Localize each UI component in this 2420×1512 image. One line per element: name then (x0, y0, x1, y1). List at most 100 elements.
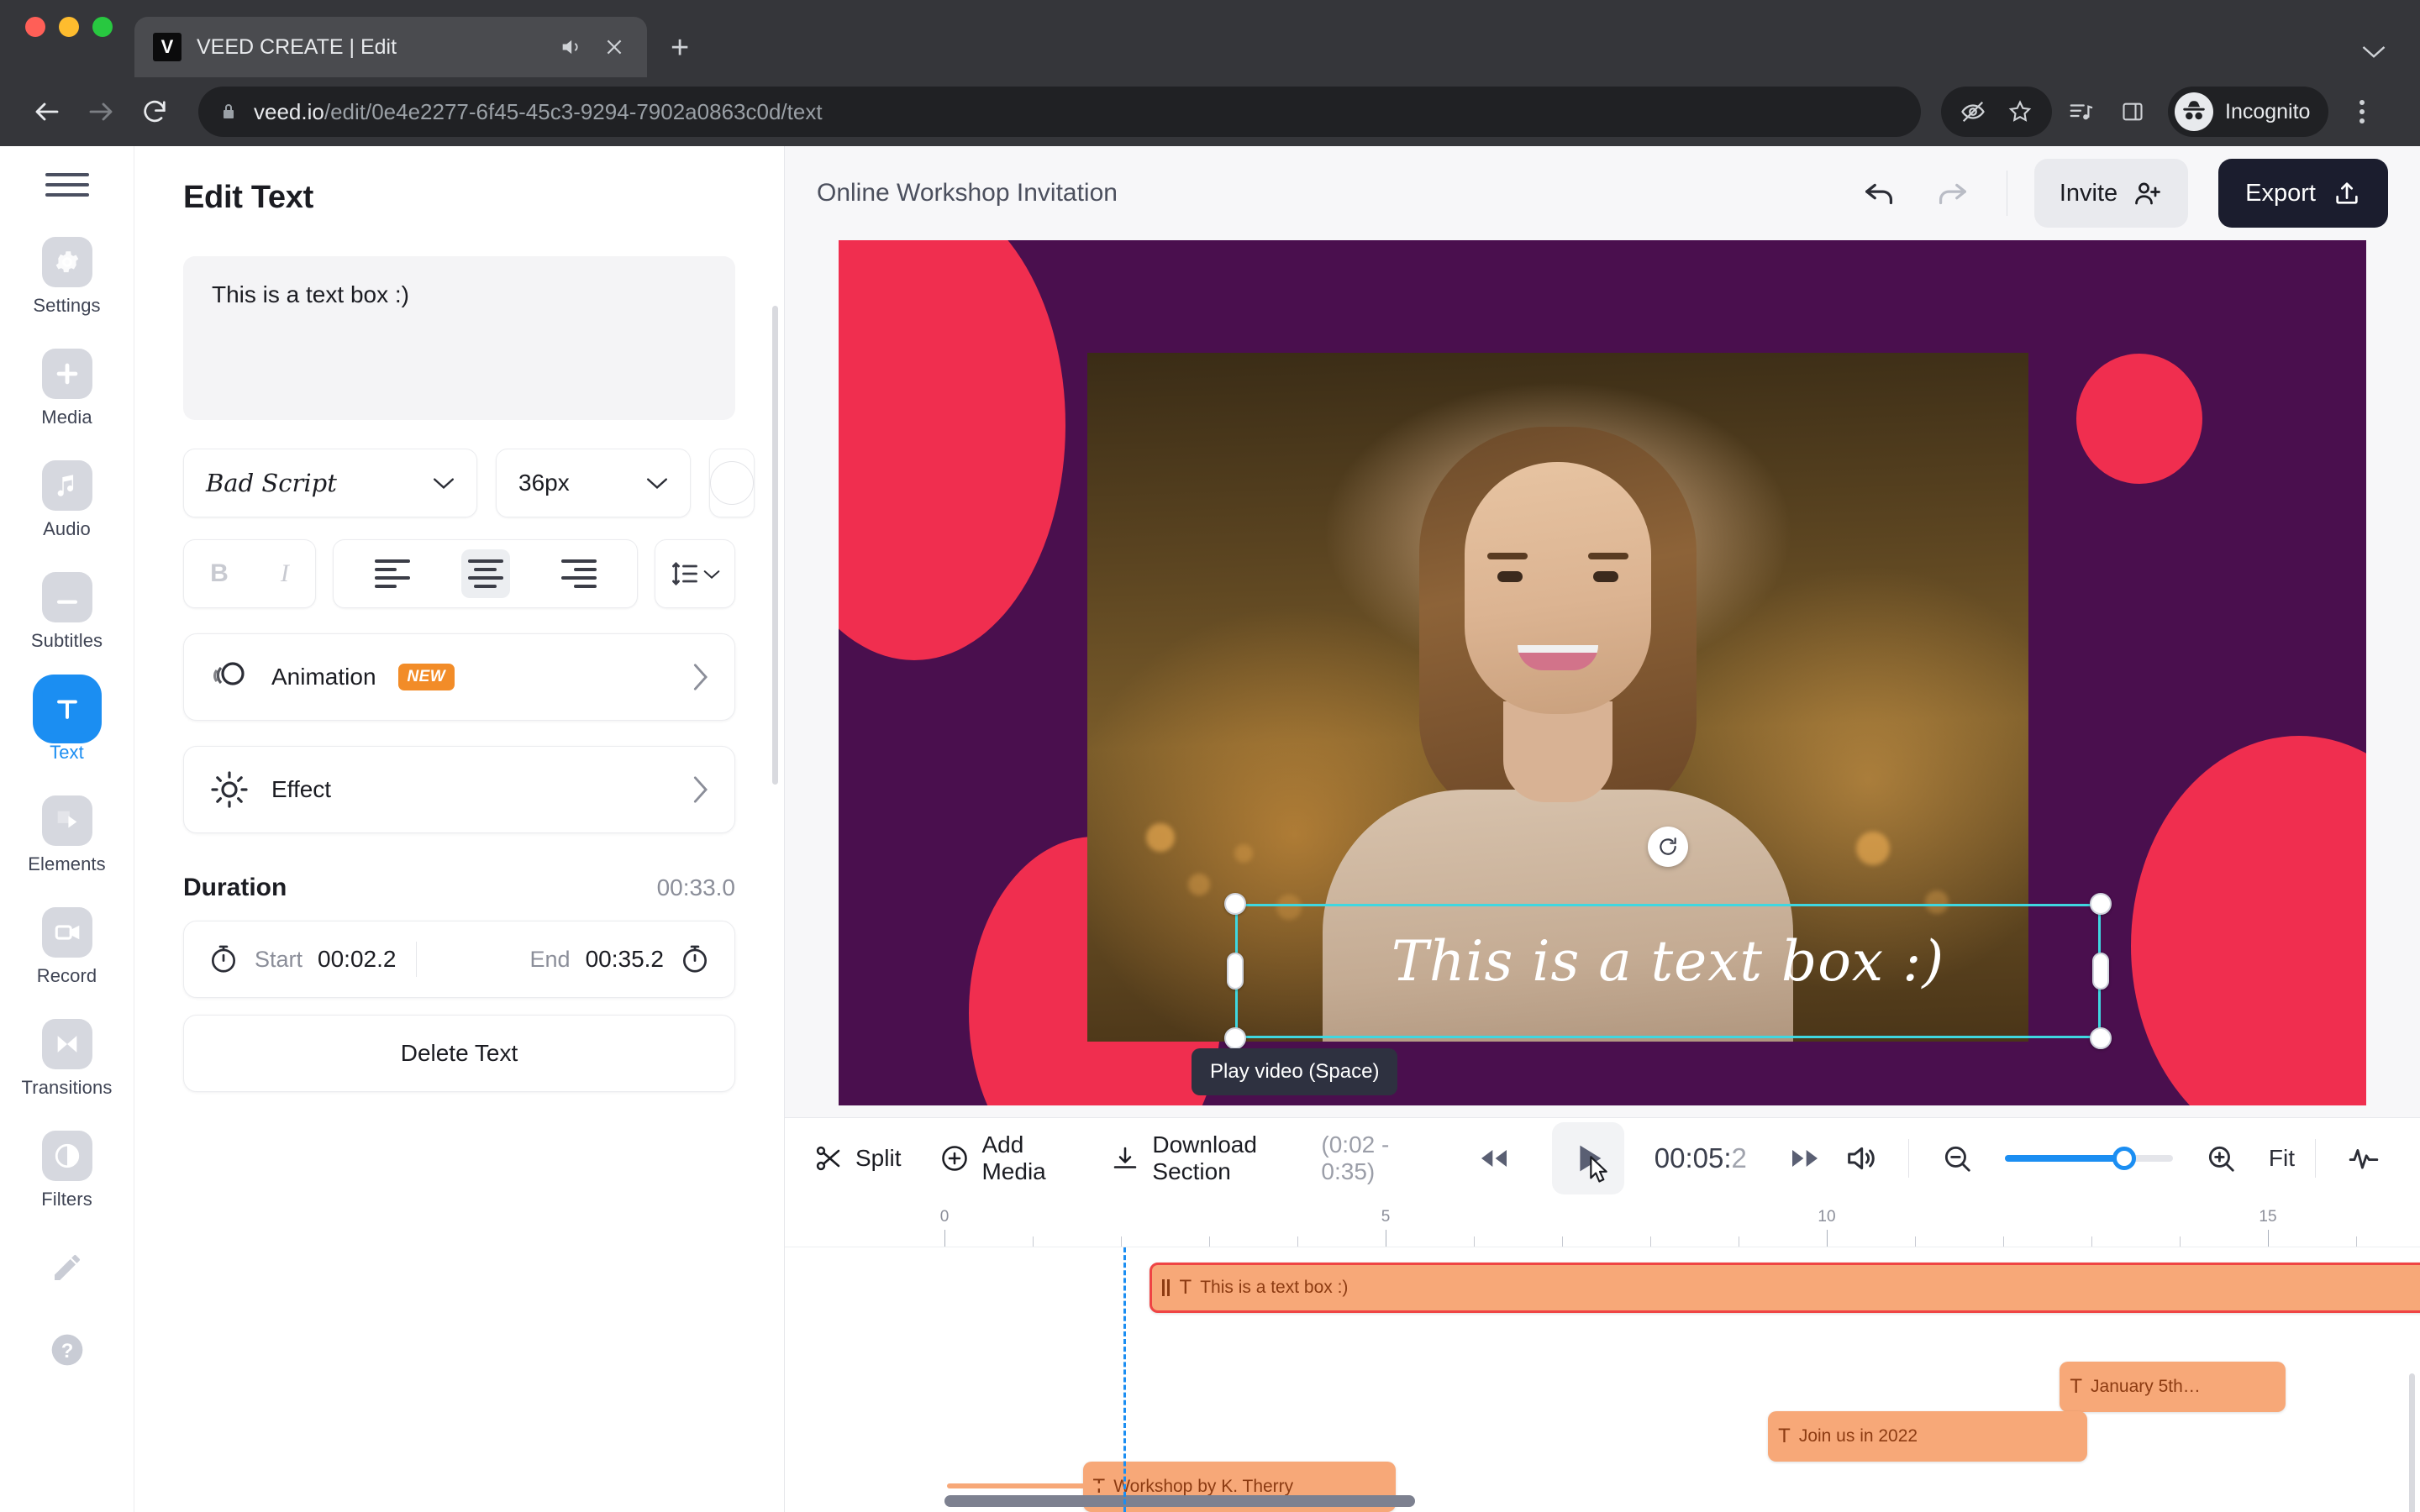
sidebar-item-transitions[interactable]: Transitions (17, 1011, 118, 1107)
play-button[interactable] (1551, 1122, 1624, 1194)
hamburger-icon[interactable] (45, 168, 89, 202)
svg-text:?: ? (60, 1340, 73, 1362)
clip-label: Workshop by K. Therry (1113, 1477, 1294, 1497)
animation-row[interactable]: Animation NEW (183, 633, 735, 721)
resize-handle-top-left[interactable] (1224, 893, 1246, 915)
fast-forward-icon[interactable] (1777, 1131, 1833, 1186)
font-family-select[interactable]: Bad Script (183, 449, 477, 517)
sidebar-item-help[interactable]: ? (17, 1316, 118, 1383)
chevron-down-icon[interactable] (2361, 44, 2386, 59)
timeline-right-controls: Fit (1833, 1131, 2391, 1186)
start-time-field[interactable]: 00:02.2 (318, 946, 396, 973)
url-path: /edit/0e4e2277-6f45-45c3-9294-7902a0863c… (324, 98, 823, 124)
eye-slash-icon[interactable] (1949, 88, 1996, 135)
minimize-window-button[interactable] (59, 17, 79, 37)
browser-tab[interactable]: V VEED CREATE | Edit (134, 17, 647, 77)
sidebar-item-label: Filters (41, 1189, 92, 1210)
sidebar-item-media[interactable]: Media (17, 340, 118, 437)
line-height-icon (670, 559, 700, 589)
redo-icon[interactable] (1924, 165, 1980, 221)
scrollbar-thumb[interactable] (944, 1495, 1415, 1507)
volume-icon[interactable] (1833, 1131, 1888, 1186)
zoom-out-icon[interactable] (1929, 1131, 1985, 1186)
line-height-button[interactable] (655, 539, 735, 608)
ruler-tick (2356, 1236, 2357, 1247)
bold-button[interactable]: B (210, 559, 229, 588)
timeline-tracks[interactable]: T This is a text box :) T January 5th… T Join… (785, 1247, 2420, 1512)
zoom-in-icon[interactable] (2193, 1131, 2249, 1186)
close-icon[interactable] (600, 33, 629, 61)
clip-label: Join us in 2022 (1798, 1425, 1918, 1446)
text-t-icon: T (1179, 1276, 1192, 1299)
media-list-icon[interactable] (2057, 88, 2104, 135)
timeline-ruler[interactable]: 05101520 (785, 1199, 2420, 1247)
playhead[interactable] (1123, 1247, 1126, 1512)
zoom-slider[interactable] (2004, 1147, 2173, 1170)
video-canvas[interactable]: This is a text box :) Play video (Space) (839, 240, 2366, 1105)
resize-handle-bottom-left[interactable] (1224, 1027, 1246, 1049)
resize-handle-top-right[interactable] (2090, 893, 2112, 915)
profile-button[interactable]: Incognito (2168, 87, 2329, 137)
star-icon[interactable] (1996, 88, 2044, 135)
text-color-button[interactable] (709, 449, 755, 517)
sidebar-item-label: Record (36, 965, 97, 986)
reload-icon[interactable] (131, 88, 178, 135)
add-media-button[interactable]: Add Media (939, 1131, 1071, 1185)
text-align-group (333, 539, 638, 608)
rewind-icon[interactable] (1466, 1131, 1522, 1186)
waveform-icon[interactable] (2336, 1131, 2391, 1186)
split-button[interactable]: Split (813, 1143, 901, 1173)
resize-handle-bottom-right[interactable] (2090, 1027, 2112, 1049)
help-question-icon: ? (42, 1325, 92, 1375)
text-input[interactable]: This is a text box :) (183, 256, 735, 420)
address-bar[interactable]: veed.io/edit/0e4e2277-6f45-45c3-9294-790… (198, 87, 1921, 137)
panel-scrollbar[interactable] (772, 306, 778, 785)
align-left-icon[interactable] (368, 549, 417, 598)
download-section-button[interactable]: Download Section (0:02 - 0:35) (1110, 1131, 1427, 1185)
settings-icon (41, 237, 92, 287)
end-time-field[interactable]: 00:35.2 (586, 946, 664, 973)
kebab-menu-icon[interactable] (2338, 88, 2386, 135)
timeline-horizontal-scrollbar[interactable] (785, 1495, 2420, 1507)
text-selection-box[interactable]: This is a text box :) (1224, 827, 2112, 1049)
sidebar-item-elements[interactable]: Elements (17, 787, 118, 884)
transitions-icon (41, 1019, 92, 1069)
sidebar-item-subtitles[interactable]: Subtitles (17, 564, 118, 660)
back-arrow-icon[interactable] (24, 88, 71, 135)
rotate-handle-icon[interactable] (1648, 827, 1688, 867)
status-badge: NEW (397, 664, 455, 690)
project-title[interactable]: Online Workshop Invitation (817, 179, 1835, 207)
sidebar-item-settings[interactable]: Settings (17, 228, 118, 325)
speaker-icon[interactable] (556, 33, 585, 61)
sidebar-item-record[interactable]: Record (17, 899, 118, 995)
timeline-clip[interactable]: T This is a text box :) (1149, 1263, 2420, 1314)
italic-button[interactable]: I (281, 559, 289, 588)
chevron-down-icon (646, 476, 668, 490)
font-size-select[interactable]: 36px (496, 449, 691, 517)
bold-italic-group: B I (183, 539, 316, 608)
sidebar-item-filters[interactable]: Filters (17, 1122, 118, 1219)
close-window-button[interactable] (25, 17, 45, 37)
timeline-clip[interactable]: T Join us in 2022 (1768, 1410, 2088, 1462)
sidebar-item-edit[interactable] (17, 1234, 118, 1301)
effect-row[interactable]: Effect (183, 746, 735, 833)
align-right-icon[interactable] (555, 549, 603, 598)
sidebar-item-audio[interactable]: Audio (17, 452, 118, 549)
align-center-icon[interactable] (460, 549, 510, 598)
delete-text-button[interactable]: Delete Text (183, 1015, 735, 1092)
tab-title: VEED CREATE | Edit (197, 34, 397, 59)
timeline-clip[interactable]: T January 5th… (2060, 1361, 2286, 1412)
side-panel-icon[interactable] (2109, 88, 2156, 135)
stage-area: Online Workshop Invitation Invite Export (785, 146, 2420, 1512)
export-button[interactable]: Export (2218, 159, 2388, 228)
forward-arrow-icon[interactable] (77, 88, 124, 135)
undo-icon[interactable] (1852, 165, 1907, 221)
fit-button[interactable]: Fit (2269, 1145, 2295, 1172)
invite-button[interactable]: Invite (2033, 159, 2189, 228)
maximize-window-button[interactable] (92, 17, 113, 37)
sidebar-item-text[interactable]: Text (17, 675, 118, 772)
timeline-vertical-scrollbar[interactable] (2409, 1373, 2415, 1512)
zoom-slider-knob[interactable] (2112, 1147, 2136, 1170)
new-tab-button[interactable]: + (671, 32, 689, 64)
start-label: Start (255, 946, 303, 972)
